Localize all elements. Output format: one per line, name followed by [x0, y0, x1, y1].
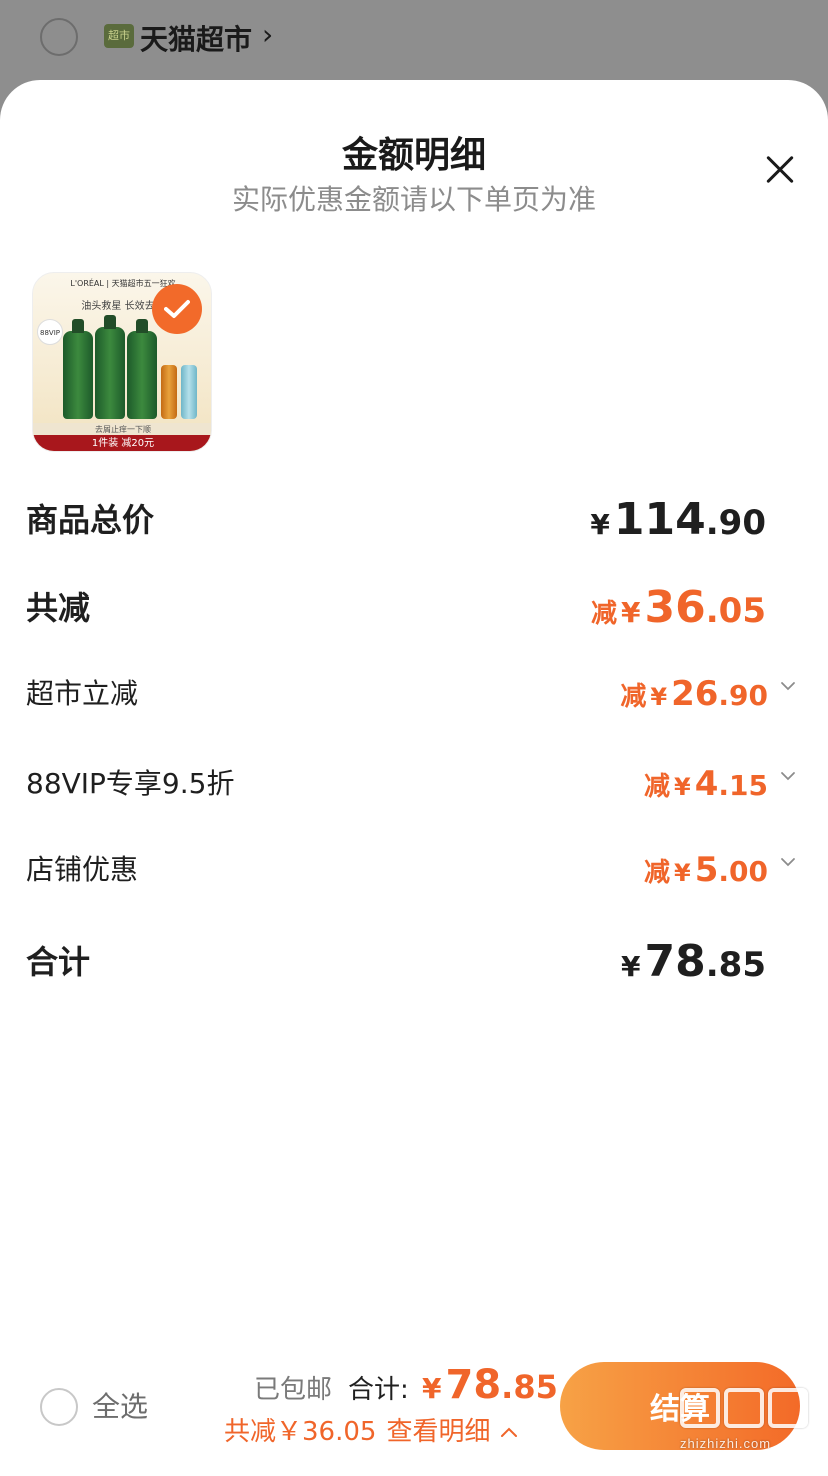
yen-symbol: ¥: [590, 508, 610, 541]
amount-integer: 78: [445, 1362, 502, 1408]
amount-integer: 78: [644, 936, 706, 987]
total-amount: ¥ 78 .85: [422, 1362, 558, 1410]
free-shipping-text: 已包邮: [254, 1375, 333, 1405]
goods-total-label: 商品总价: [26, 501, 155, 539]
store-select-radio[interactable]: [40, 18, 78, 56]
checkmark-icon[interactable]: [152, 284, 202, 334]
amount-decimal: .00: [718, 855, 768, 888]
watermark-text: zhizhizhi.com: [680, 1436, 772, 1451]
row-supermarket-discount[interactable]: 超市立减 减 ¥ 26 .90: [26, 664, 800, 724]
watermark-logo-icon: [680, 1388, 720, 1428]
row-grand-total: 合计 ¥ 78 .85: [26, 932, 800, 992]
shampoo-bottle: [63, 319, 93, 419]
amount-integer: 5: [694, 850, 719, 890]
small-bottle: [161, 365, 177, 419]
chevron-down-icon[interactable]: [780, 854, 796, 870]
select-all-radio[interactable]: [40, 1388, 78, 1426]
chevron-up-icon[interactable]: [500, 1426, 518, 1438]
amount-details-sheet: 金额明细 实际优惠金额请以下单页为准 L'ORÉAL | 天猫超市五一狂欢 油头…: [0, 80, 828, 1476]
watermark: zhizhizhi.com: [680, 1388, 820, 1468]
total-discount-amount: 减 ¥ 36 .05: [591, 578, 766, 638]
store-header: 超市 天猫超市 ›: [0, 0, 828, 80]
product-promo-label: 1件装 减20元: [33, 435, 211, 451]
yen-symbol: ¥: [674, 773, 691, 801]
store-name[interactable]: 天猫超市: [140, 18, 252, 58]
row-goods-total: 商品总价 ¥ 114 .90: [26, 490, 800, 550]
amount-integer: 36: [644, 582, 706, 633]
amount-decimal: .05: [705, 591, 766, 631]
discount-prefix: 减: [591, 599, 618, 629]
yen-symbol: ¥: [621, 596, 641, 629]
amount-integer: 114: [613, 494, 706, 545]
amount-integer: 4: [694, 764, 719, 804]
goods-total-amount: ¥ 114 .90: [590, 490, 766, 550]
row-total-discount: 共减 减 ¥ 36 .05: [26, 578, 800, 638]
store-discount-label: 店铺优惠: [26, 853, 139, 886]
watermark-logo-icon: [768, 1388, 808, 1428]
amount-decimal: .85: [501, 1368, 558, 1406]
sheet-subtitle: 实际优惠金额请以下单页为准: [231, 183, 596, 216]
amount-integer: 26: [671, 674, 719, 714]
shampoo-bottle: [95, 315, 125, 419]
amount-decimal: .15: [718, 769, 768, 802]
vip-badge: 88VIP: [37, 319, 63, 345]
total-discount-label: 共减: [26, 589, 91, 627]
supermarket-discount-amount: 减 ¥ 26 .90: [620, 664, 768, 724]
watermark-logo-icon: [724, 1388, 764, 1428]
savings-text: 共减￥36.05: [224, 1417, 377, 1447]
grand-total-amount: ¥ 78 .85: [621, 932, 766, 992]
chevron-right-icon[interactable]: ›: [262, 18, 273, 51]
savings-line[interactable]: 共减￥36.05 查看明细: [224, 1414, 518, 1450]
amount-decimal: .85: [705, 945, 766, 985]
sheet-title: 金额明细: [341, 135, 486, 176]
chevron-down-icon[interactable]: [780, 678, 796, 694]
view-details-link[interactable]: 查看明细: [386, 1414, 490, 1450]
amount-decimal: .90: [718, 679, 768, 712]
small-bottle: [181, 365, 197, 419]
store-discount-amount: 减 ¥ 5 .00: [644, 840, 768, 900]
discount-prefix: 减: [644, 858, 671, 888]
amount-decimal: .90: [705, 503, 766, 543]
tmall-supermarket-logo-icon: 超市: [104, 24, 134, 48]
grand-total-label: 合计: [26, 943, 91, 981]
chevron-down-icon[interactable]: [780, 768, 796, 784]
yen-symbol: ¥: [650, 683, 668, 711]
discount-prefix: 减: [620, 682, 647, 712]
supermarket-discount-label: 超市立减: [26, 677, 139, 710]
yen-symbol: ¥: [621, 950, 641, 983]
total-label: 合计:: [348, 1375, 409, 1405]
select-all-label[interactable]: 全选: [92, 1388, 148, 1426]
row-vip-discount[interactable]: 88VIP专享9.5折 减 ¥ 4 .15: [26, 754, 800, 814]
discount-prefix: 减: [644, 772, 671, 802]
yen-symbol: ¥: [422, 1372, 442, 1405]
yen-symbol: ¥: [674, 859, 691, 887]
shampoo-bottle: [127, 319, 157, 419]
vip-discount-amount: 减 ¥ 4 .15: [644, 754, 768, 814]
close-icon[interactable]: [760, 150, 800, 190]
vip-discount-label: 88VIP专享9.5折: [26, 767, 235, 800]
row-store-discount[interactable]: 店铺优惠 减 ¥ 5 .00: [26, 840, 800, 900]
